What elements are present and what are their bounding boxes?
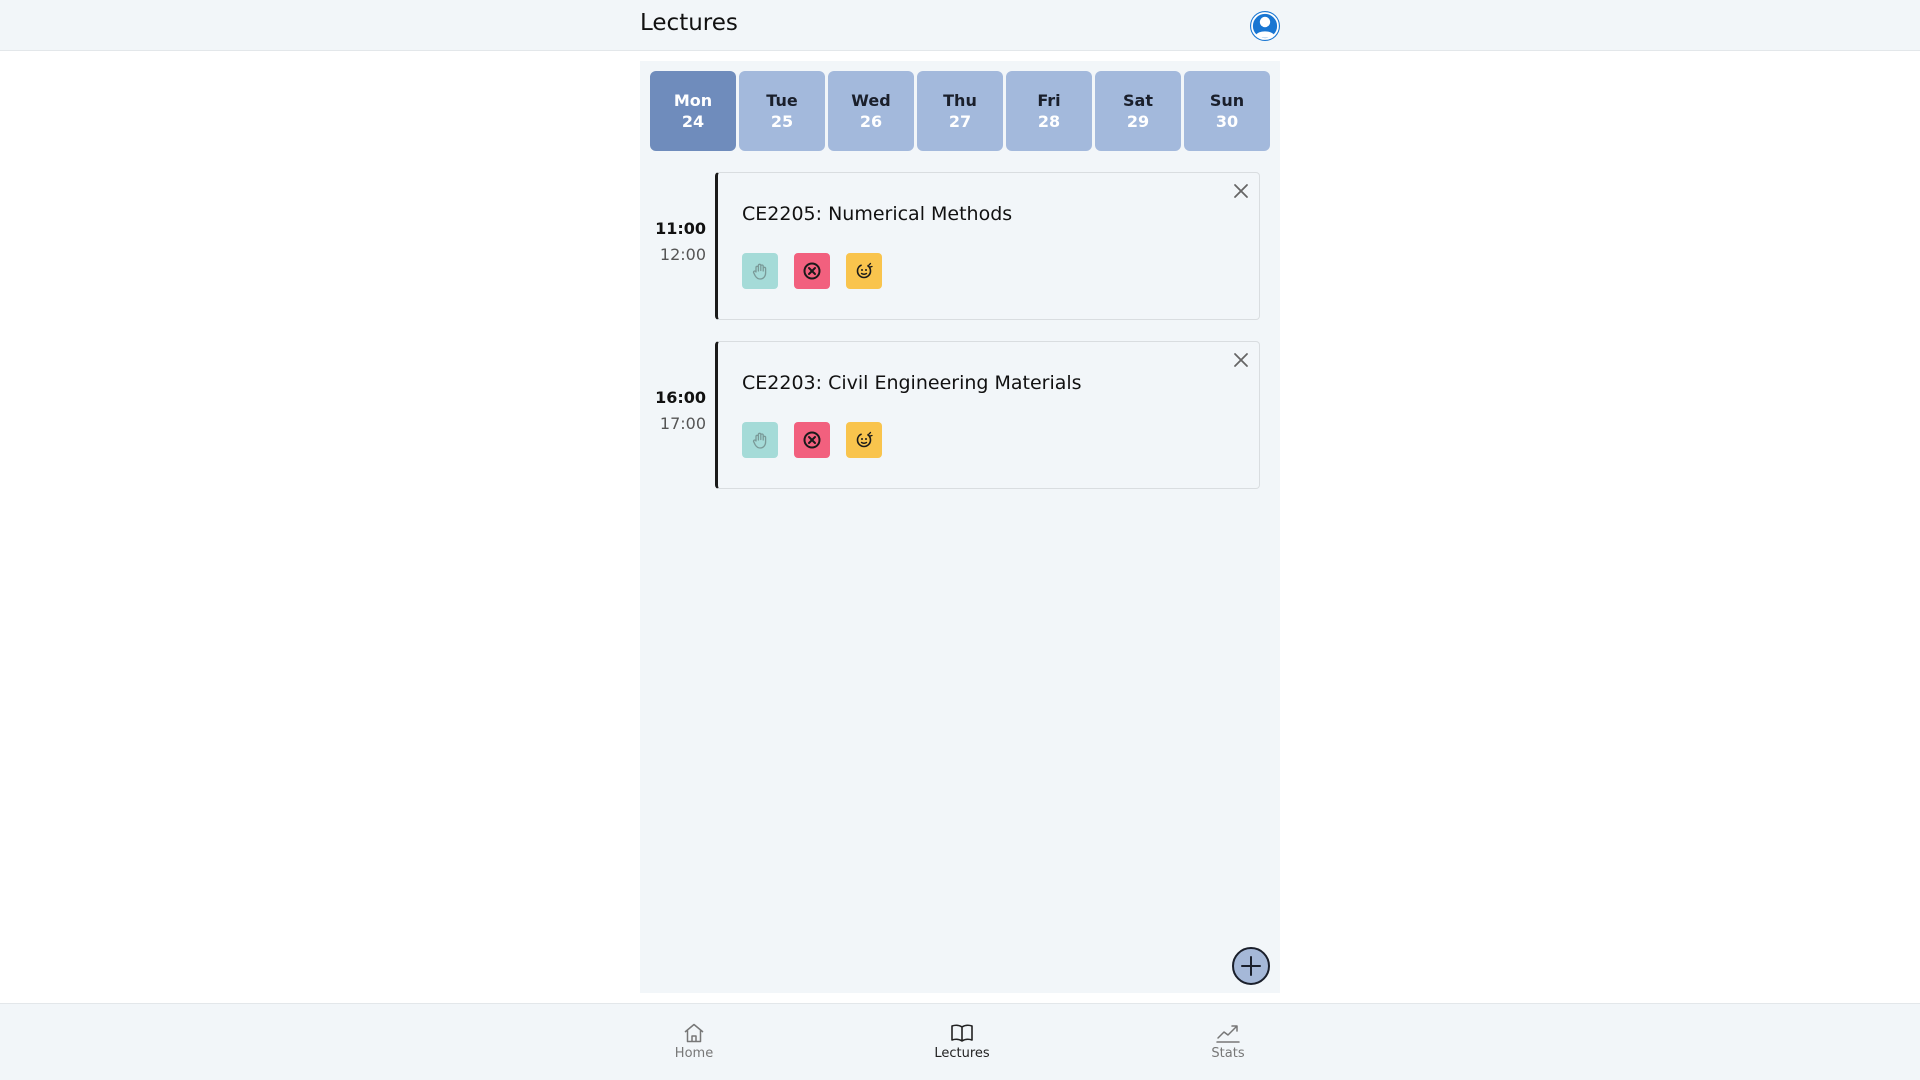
page-title: Lectures [640, 10, 738, 36]
trend-icon [1216, 1025, 1240, 1043]
cancelled-icon [856, 262, 873, 279]
day-sun[interactable]: Sun 30 [1184, 71, 1270, 151]
nav-lectures[interactable]: Lectures [912, 1022, 1012, 1061]
x-circle-icon [803, 262, 821, 280]
bottom-nav: Home Lectures Stats [0, 1003, 1920, 1080]
top-bar: Lectures [0, 0, 1920, 51]
lecture-item: 11:00 12:00 CE2205: Numerical Methods [640, 172, 1280, 320]
lectures-panel: Mon 24 Tue 25 Wed 26 Thu 27 Fri 28 Sat 2… [640, 61, 1280, 993]
lecture-times: 11:00 12:00 [640, 216, 706, 268]
day-tue[interactable]: Tue 25 [739, 71, 825, 151]
day-sat[interactable]: Sat 29 [1095, 71, 1181, 151]
nav-label: Stats [1211, 1046, 1245, 1061]
mark-absent-button[interactable] [794, 253, 830, 289]
day-fri[interactable]: Fri 28 [1006, 71, 1092, 151]
hand-icon [752, 263, 767, 280]
day-name: Sun [1209, 91, 1245, 110]
mark-absent-button[interactable] [794, 422, 830, 458]
lecture-title: CE2203: Civil Engineering Materials [742, 372, 1082, 394]
home-icon [684, 1023, 704, 1043]
attendance-actions [742, 253, 882, 289]
x-circle-icon [803, 431, 821, 449]
attendance-actions [742, 422, 882, 458]
lecture-title: CE2205: Numerical Methods [742, 203, 1013, 225]
mark-cancelled-button[interactable] [846, 422, 882, 458]
lecture-card: CE2203: Civil Engineering Materials [715, 341, 1260, 489]
day-wed[interactable]: Wed 26 [828, 71, 914, 151]
day-number: 29 [1126, 112, 1150, 131]
cancelled-icon [856, 431, 873, 448]
nav-label: Home [674, 1046, 714, 1061]
nav-home[interactable]: Home [644, 1022, 744, 1061]
day-name: Fri [1037, 91, 1061, 110]
day-name: Mon [673, 91, 713, 110]
day-name: Sat [1123, 91, 1153, 110]
day-number: 26 [859, 112, 883, 131]
nav-stats[interactable]: Stats [1178, 1022, 1278, 1061]
day-number: 30 [1215, 112, 1239, 131]
lecture-card: CE2205: Numerical Methods [715, 172, 1260, 320]
user-circle-icon[interactable] [1249, 10, 1281, 42]
add-lecture-button[interactable] [1232, 947, 1270, 985]
start-time: 16:00 [655, 388, 706, 407]
end-time: 12:00 [659, 245, 706, 264]
nav-label: Lectures [934, 1046, 990, 1061]
day-number: 28 [1037, 112, 1061, 131]
close-icon[interactable] [1227, 346, 1255, 374]
start-time: 11:00 [655, 219, 706, 238]
book-icon [951, 1024, 973, 1042]
day-number: 27 [948, 112, 972, 131]
day-number: 24 [681, 112, 705, 131]
day-mon[interactable]: Mon 24 [650, 71, 736, 151]
mark-present-button[interactable] [742, 253, 778, 289]
lecture-times: 16:00 17:00 [640, 385, 706, 437]
hand-icon [752, 432, 767, 449]
plus-icon [1241, 956, 1261, 976]
end-time: 17:00 [659, 414, 706, 433]
day-name: Thu [943, 91, 977, 110]
day-selector: Mon 24 Tue 25 Wed 26 Thu 27 Fri 28 Sat 2… [650, 71, 1270, 151]
day-number: 25 [770, 112, 794, 131]
mark-cancelled-button[interactable] [846, 253, 882, 289]
day-name: Wed [851, 91, 891, 110]
mark-present-button[interactable] [742, 422, 778, 458]
close-icon[interactable] [1227, 177, 1255, 205]
lecture-item: 16:00 17:00 CE2203: Civil Engineering Ma… [640, 341, 1280, 489]
day-thu[interactable]: Thu 27 [917, 71, 1003, 151]
day-name: Tue [766, 91, 798, 110]
